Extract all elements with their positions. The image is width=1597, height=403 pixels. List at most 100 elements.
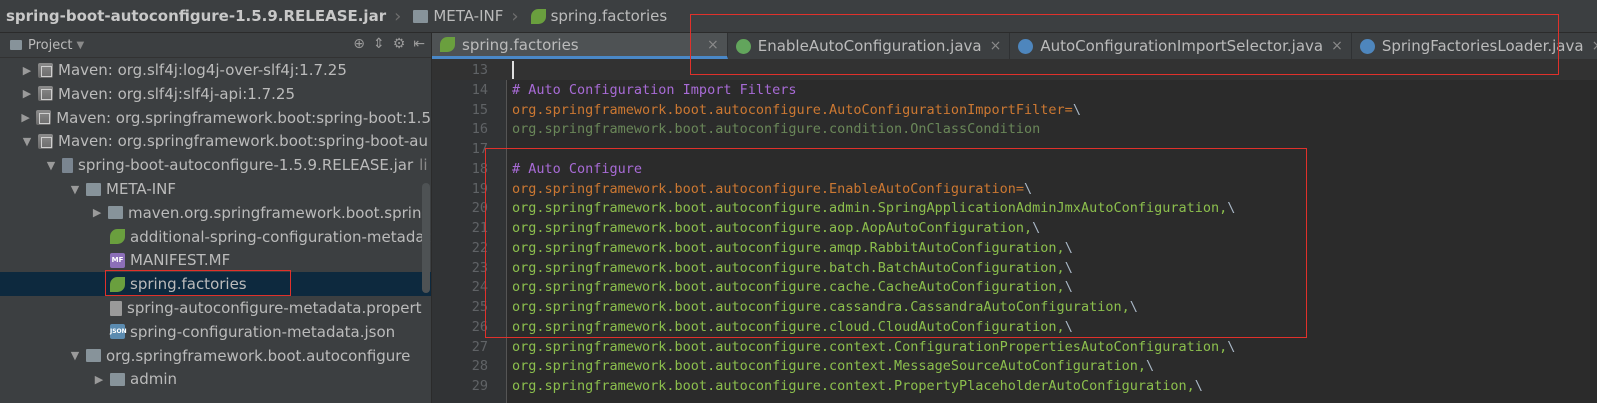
- code-text: org.springframework.boot.autoconfigure.c…: [512, 277, 1073, 297]
- folder-icon: [107, 206, 123, 220]
- breadcrumb-jar-label: spring-boot-autoconfigure-1.5.9.RELEASE.…: [6, 7, 387, 25]
- code-content: org.springframework.boot.autoconfigure.a…: [512, 220, 1033, 236]
- spring-json-icon: [110, 229, 125, 245]
- close-icon[interactable]: ×: [1331, 38, 1343, 54]
- editor-tabs: spring.factories × EnableAutoConfiguration…: [432, 33, 1597, 60]
- code-text: org.springframework.boot.autoconfigure.c…: [512, 356, 1154, 376]
- code-text: org.springframework.boot.autoconfigure.c…: [512, 337, 1235, 357]
- tree-item[interactable]: ▼ spring-boot-autoconfigure-1.5.9.RELEASE…: [0, 153, 431, 177]
- chevron-down-icon[interactable]: ▼: [20, 135, 34, 148]
- project-title[interactable]: Project: [28, 38, 72, 53]
- project-scrollbar[interactable]: [422, 183, 430, 293]
- line-number: 13: [471, 62, 488, 78]
- close-icon[interactable]: ×: [707, 37, 719, 53]
- manifest-icon: MF: [110, 252, 125, 268]
- code-line: 22 org.springframework.boot.autoconfigure…: [432, 238, 1597, 258]
- maven-library-icon: [38, 133, 53, 149]
- code-content: org.springframework.boot.autoconfigure.c…: [512, 279, 1065, 296]
- line-number: 26: [471, 318, 488, 335]
- line-number: 16: [471, 121, 488, 138]
- tree-item[interactable]: ▶ admin: [0, 367, 431, 391]
- code-line: 13: [432, 60, 1597, 80]
- line-continuation: \: [1064, 318, 1073, 335]
- tree-item-label: MANIFEST.MF: [130, 251, 231, 270]
- code-content: org.springframework.boot.autoconfigure.E…: [512, 180, 1025, 197]
- tree-item[interactable]: ▶ Maven: org.springframework.boot:spring-…: [0, 106, 431, 130]
- code-content: org.springframework.boot.autoconfigure.b…: [512, 259, 1065, 276]
- code-content: org.springframework.boot.autoconfigure.a…: [512, 200, 1228, 217]
- editor-tab[interactable]: SpringFactoriesLoader.java ×: [1352, 33, 1597, 59]
- close-icon[interactable]: ×: [1592, 38, 1597, 54]
- tree-item[interactable]: spring.factories: [0, 272, 431, 297]
- hide-panel-icon[interactable]: ⇤: [413, 36, 425, 52]
- line-continuation: \: [1064, 239, 1073, 256]
- tree-item[interactable]: ▶ Maven: org.slf4j:log4j-over-slf4j:1.7.2…: [0, 58, 431, 82]
- chevron-right-icon[interactable]: ▶: [92, 373, 106, 386]
- code-text: org.springframework.boot.autoconfigure.A…: [512, 100, 1081, 120]
- code-line: 29 org.springframework.boot.autoconfigure…: [432, 376, 1597, 396]
- editor-tab[interactable]: AutoConfigurationImportSelector.java ×: [1010, 33, 1352, 59]
- chevron-right-icon[interactable]: ▶: [20, 87, 34, 100]
- chevron-right-icon[interactable]: ▶: [90, 206, 104, 219]
- project-view-icon: [10, 40, 22, 50]
- code-editor[interactable]: 13 14 # Auto Configuration Import Filters 1…: [432, 60, 1597, 403]
- spring-factories-icon: [530, 8, 546, 24]
- line-continuation: \: [1072, 101, 1081, 118]
- line-continuation: \: [1227, 338, 1236, 355]
- code-text: org.springframework.boot.autoconfigure.b…: [512, 258, 1073, 278]
- tree-item-label: admin: [130, 370, 177, 389]
- tree-item-suffix: li: [419, 156, 428, 175]
- code-text: org.springframework.boot.autoconfigure.c…: [512, 376, 1203, 396]
- tree-item[interactable]: JSON spring-configuration-metadata.json: [0, 320, 431, 344]
- line-continuation: \: [1064, 279, 1073, 296]
- tree-item-label: spring-boot-autoconfigure-1.5.9.RELEASE.…: [78, 156, 414, 175]
- tree-item[interactable]: ▶ maven.org.springframework.boot.spring: [0, 201, 431, 225]
- tree-item[interactable]: ▼ org.springframework.boot.autoconfigure: [0, 344, 431, 368]
- code-line: 17: [432, 139, 1597, 159]
- maven-library-icon: [36, 110, 52, 126]
- code-line: 18 # Auto Configure: [432, 159, 1597, 179]
- code-text: org.springframework.boot.autoconfigure.a…: [512, 238, 1073, 258]
- gear-icon[interactable]: ⚙: [393, 36, 406, 52]
- code-line: 20 org.springframework.boot.autoconfigure…: [432, 198, 1597, 218]
- tree-item[interactable]: spring-autoconfigure-metadata.propert: [0, 296, 431, 320]
- properties-icon: [110, 300, 122, 316]
- code-line: 23 org.springframework.boot.autoconfigure…: [432, 258, 1597, 278]
- code-text: # Auto Configuration Import Filters: [512, 80, 796, 100]
- chevron-down-icon[interactable]: ▼: [68, 183, 82, 196]
- line-number: 21: [471, 220, 488, 236]
- tree-item[interactable]: additional-spring-configuration-metadat: [0, 225, 431, 249]
- tree-item-label: META-INF: [106, 180, 177, 198]
- breadcrumb-jar[interactable]: spring-boot-autoconfigure-1.5.9.RELEASE.…: [0, 0, 392, 32]
- line-number: 14: [471, 81, 488, 98]
- code-line: 27 org.springframework.boot.autoconfigure…: [432, 337, 1597, 357]
- chevron-right-icon[interactable]: ▶: [19, 111, 32, 124]
- tree-item[interactable]: ▼ Maven: org.springframework.boot:spring-…: [0, 129, 431, 153]
- code-content: org.springframework.boot.autoconfigure.c…: [512, 358, 1146, 375]
- close-icon[interactable]: ×: [990, 38, 1002, 54]
- tree-item[interactable]: ▼ META-INF: [0, 177, 431, 201]
- line-continuation: \: [1129, 299, 1138, 315]
- chevron-down-icon[interactable]: ▼: [76, 40, 84, 51]
- chevron-right-icon[interactable]: ▶: [20, 64, 34, 77]
- folder-icon: [86, 182, 101, 196]
- breadcrumb-file-label: spring.factories: [550, 7, 668, 25]
- editor-tab[interactable]: spring.factories ×: [432, 33, 728, 59]
- tree-item[interactable]: MF MANIFEST.MF: [0, 248, 431, 272]
- chevron-down-icon[interactable]: ▼: [68, 349, 82, 362]
- jar-icon: [62, 157, 73, 173]
- class-icon: [1018, 38, 1034, 54]
- tree-item[interactable]: ▶ Maven: org.slf4j:slf4j-api:1.7.25: [0, 82, 431, 106]
- package-icon: [110, 372, 125, 386]
- collapse-all-icon[interactable]: ⇕: [373, 36, 385, 52]
- chevron-down-icon[interactable]: ▼: [44, 159, 58, 172]
- breadcrumb-file[interactable]: spring.factories: [521, 0, 674, 32]
- class-icon: [1359, 38, 1375, 54]
- breadcrumb-folder[interactable]: META-INF: [403, 0, 509, 32]
- editor-tab[interactable]: EnableAutoConfiguration.java ×: [728, 33, 1011, 59]
- locate-file-icon[interactable]: ⊕: [353, 36, 365, 52]
- project-tool-window: Project ▼ ⊕ ⇕ ⚙ ⇤ ▶ Maven: org.slf4j:log4…: [0, 33, 432, 403]
- line-number: 18: [471, 160, 488, 177]
- line-number: 23: [471, 259, 488, 276]
- code-content: org.springframework.boot.autoconfigure.a…: [512, 239, 1065, 256]
